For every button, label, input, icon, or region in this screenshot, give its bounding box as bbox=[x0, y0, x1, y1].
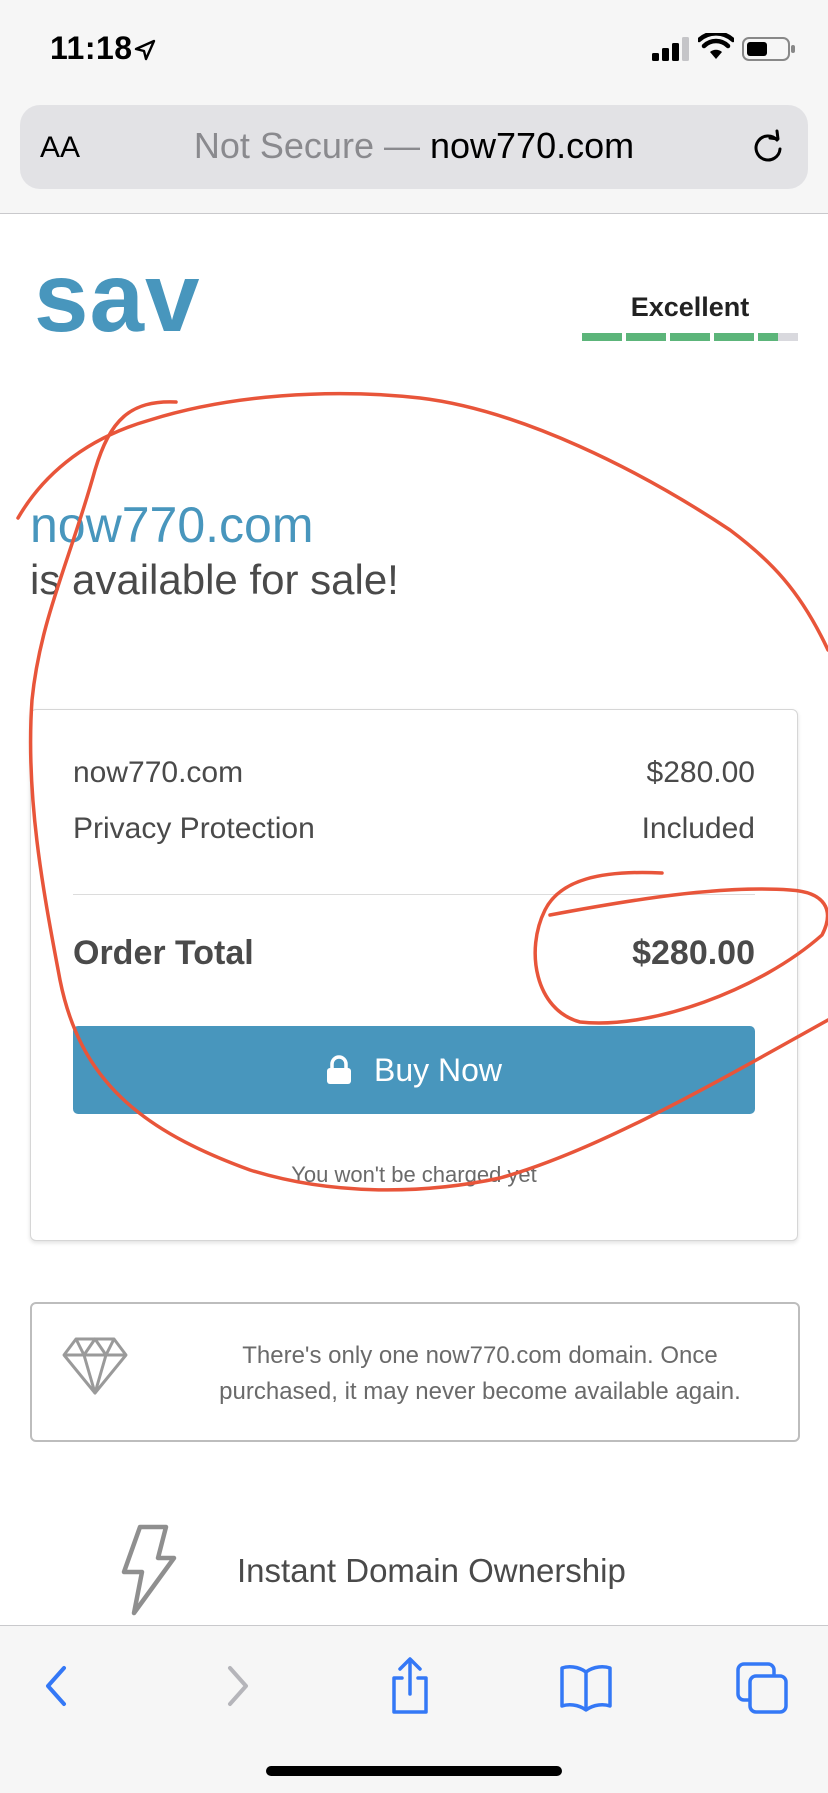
url-domain: now770.com bbox=[429, 125, 635, 166]
order-line-label: now770.com bbox=[73, 756, 244, 789]
order-card: now770.com $280.00 Privacy Protection In… bbox=[30, 709, 798, 1241]
reload-icon[interactable] bbox=[750, 129, 786, 165]
address-bar[interactable]: AA Not Secure — now770.com bbox=[20, 105, 808, 189]
order-total-value: $280.00 bbox=[632, 934, 755, 972]
order-line-privacy: Privacy Protection Included bbox=[73, 812, 755, 846]
cellular-signal-icon bbox=[652, 37, 689, 61]
buy-now-label: Buy Now bbox=[373, 1051, 503, 1088]
home-indicator bbox=[266, 1766, 562, 1776]
diamond-icon bbox=[62, 1337, 128, 1395]
headline-domain: now770.com bbox=[30, 497, 314, 553]
order-line-value: Included bbox=[641, 812, 755, 845]
status-time: 11:18 bbox=[50, 30, 133, 66]
rating-label: Excellent bbox=[630, 292, 750, 322]
url-display[interactable]: Not Secure — now770.com bbox=[20, 125, 808, 167]
location-arrow-icon bbox=[134, 39, 156, 61]
order-line-domain: now770.com $280.00 bbox=[73, 756, 755, 790]
rating-segment bbox=[626, 333, 666, 341]
lightning-bolt-icon bbox=[121, 1524, 177, 1616]
order-line-label: Privacy Protection bbox=[73, 812, 315, 845]
wifi-icon bbox=[698, 33, 734, 59]
back-chevron-icon[interactable] bbox=[28, 1656, 88, 1716]
sav-logo[interactable]: sav bbox=[34, 248, 201, 346]
order-total-label: Order Total bbox=[73, 934, 254, 972]
bookmarks-icon[interactable] bbox=[556, 1656, 616, 1716]
share-icon[interactable] bbox=[380, 1656, 440, 1716]
no-charge-note: You won't be charged yet bbox=[291, 1162, 537, 1187]
rating-segment bbox=[670, 333, 710, 341]
forward-chevron-icon[interactable] bbox=[206, 1656, 266, 1716]
feature-title: Instant Domain Ownership bbox=[237, 1552, 626, 1589]
rating-segment bbox=[758, 333, 798, 341]
battery-icon bbox=[742, 37, 795, 61]
headline-subtitle: is available for sale! bbox=[30, 556, 399, 603]
order-total-row: Order Total $280.00 bbox=[73, 934, 755, 973]
tabs-icon[interactable] bbox=[732, 1656, 792, 1716]
safari-top-chrome: 11:18 AA Not Secure — now770.com bbox=[0, 0, 828, 214]
rating-bar bbox=[582, 333, 798, 341]
safari-bottom-toolbar bbox=[0, 1625, 828, 1793]
order-line-price: $280.00 bbox=[646, 756, 755, 789]
security-label: Not Secure — bbox=[193, 125, 420, 166]
buy-now-button[interactable]: Buy Now bbox=[73, 1026, 755, 1114]
rating-segment bbox=[714, 333, 754, 341]
uniqueness-notice: There's only one now770.com domain. Once… bbox=[30, 1302, 800, 1442]
uniqueness-text: There's only one now770.com domain. Once… bbox=[219, 1342, 741, 1405]
lock-icon bbox=[326, 1055, 351, 1084]
order-divider bbox=[73, 894, 755, 895]
rating-segment bbox=[582, 333, 622, 341]
